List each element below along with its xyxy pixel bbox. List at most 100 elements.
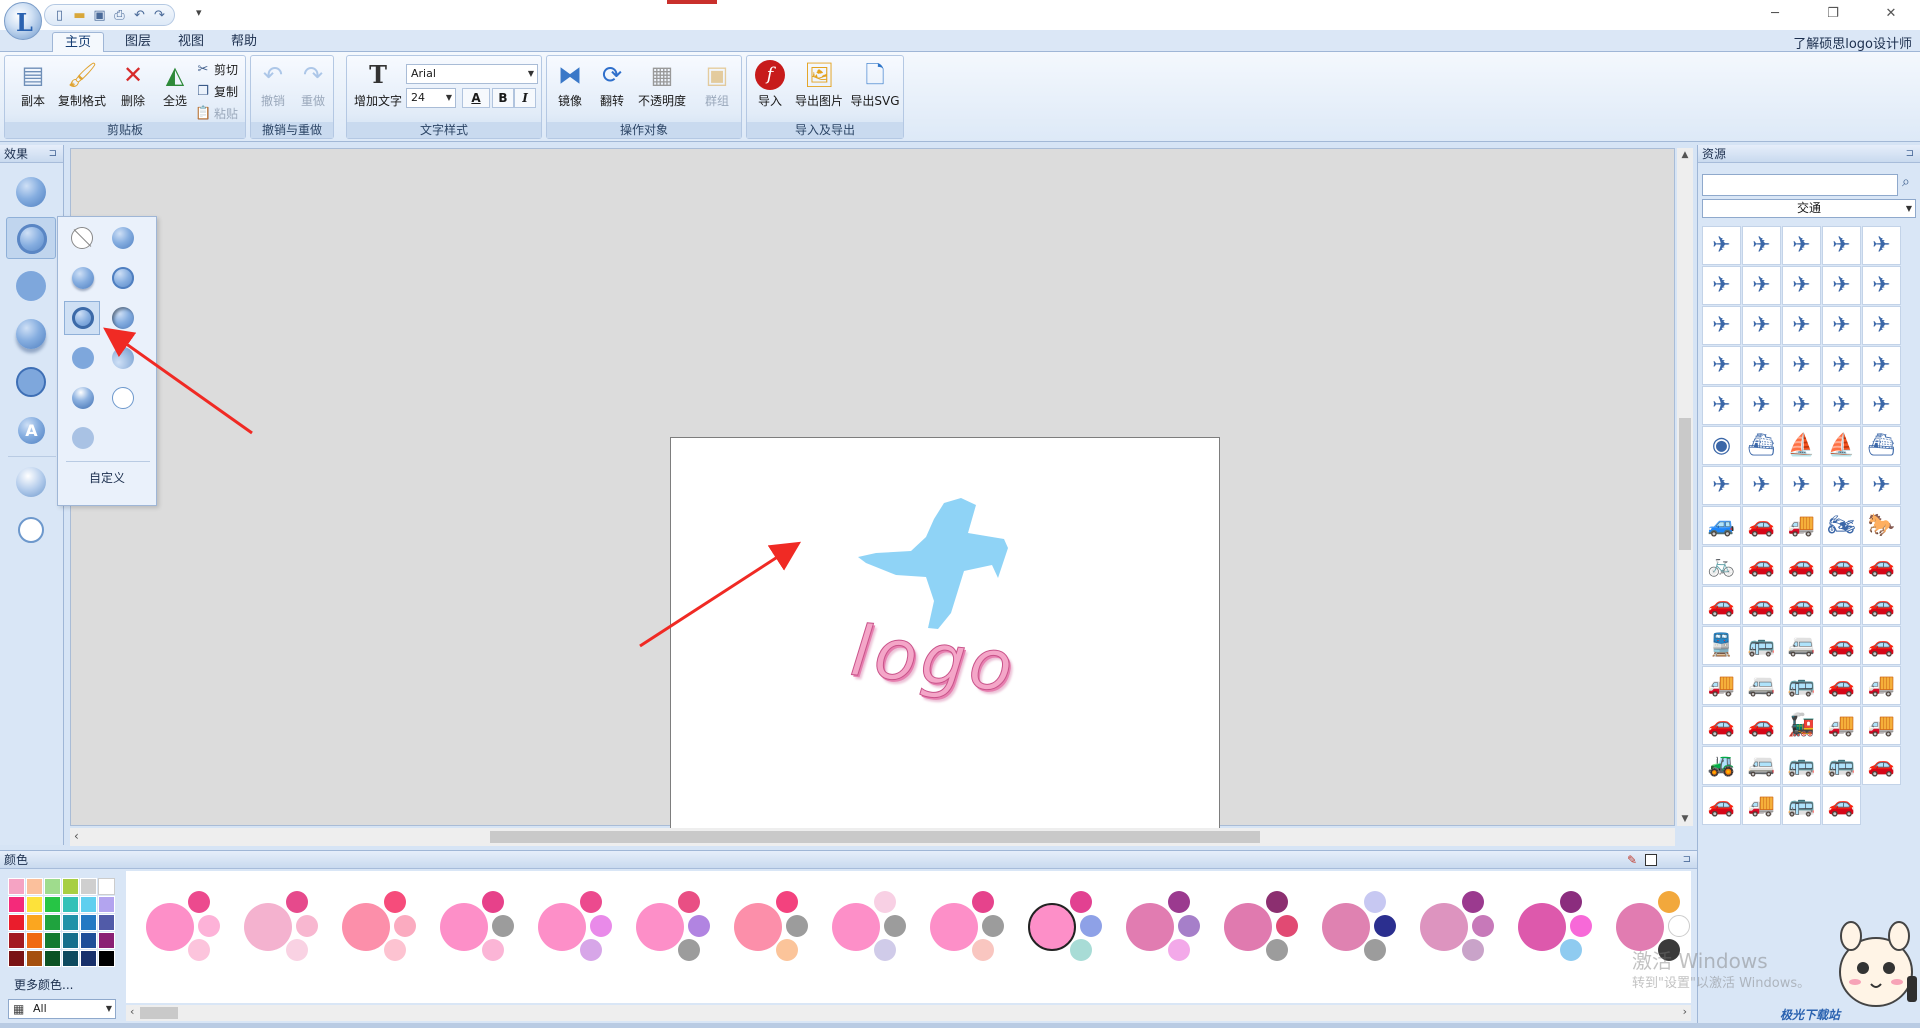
color-swatch[interactable] xyxy=(8,896,25,913)
resource-item[interactable]: 🚌 xyxy=(1782,746,1821,785)
color-scheme-item[interactable] xyxy=(1028,891,1108,971)
undo-icon[interactable]: ↶ xyxy=(131,7,148,24)
close-icon[interactable]: ✕ xyxy=(1862,0,1920,28)
resource-item[interactable]: 🚗 xyxy=(1702,586,1741,625)
color-swatch[interactable] xyxy=(26,914,43,931)
resource-item[interactable]: 🚚 xyxy=(1782,506,1821,545)
new-icon[interactable]: ▯ xyxy=(51,7,68,24)
resource-item[interactable]: ✈ xyxy=(1862,306,1901,345)
effect-item[interactable] xyxy=(10,509,52,551)
undo-button[interactable]: ↶ 撤销 xyxy=(255,60,291,109)
app-menu-button[interactable]: L xyxy=(4,2,42,40)
resource-item[interactable]: 🚌 xyxy=(1742,626,1781,665)
resource-item[interactable]: ✈ xyxy=(1702,386,1741,425)
restore-icon[interactable]: ❐ xyxy=(1804,0,1862,28)
color-swatch[interactable] xyxy=(98,932,115,949)
format-painter-button[interactable]: 🖌 复制格式 xyxy=(53,60,111,109)
color-swatch[interactable] xyxy=(8,932,25,949)
resource-item[interactable]: 🚙 xyxy=(1702,506,1741,545)
logo-text[interactable]: logo xyxy=(847,609,1021,709)
resource-item[interactable]: ✈ xyxy=(1822,386,1861,425)
resource-item[interactable]: ⛵ xyxy=(1782,426,1821,465)
resource-item[interactable]: 🚌 xyxy=(1782,666,1821,705)
no-fill-icon[interactable] xyxy=(1645,854,1657,866)
cut-button[interactable]: ✂ 剪切 xyxy=(195,60,238,80)
resource-item[interactable]: 🚗 xyxy=(1782,586,1821,625)
color-swatch[interactable] xyxy=(98,950,115,967)
export-image-button[interactable]: 🖼 导出图片 xyxy=(791,60,847,109)
color-scheme-item[interactable] xyxy=(538,891,618,971)
color-scheme-item[interactable] xyxy=(930,891,1010,971)
color-swatch[interactable] xyxy=(26,878,43,895)
effect-option[interactable] xyxy=(64,261,100,295)
color-swatch[interactable] xyxy=(80,950,97,967)
resource-item[interactable]: 🚗 xyxy=(1822,546,1861,585)
color-swatch[interactable] xyxy=(62,950,79,967)
resource-item[interactable]: ✈ xyxy=(1742,346,1781,385)
color-swatch[interactable] xyxy=(26,896,43,913)
eyedropper-icon[interactable]: ✎ xyxy=(1627,851,1637,869)
effect-option[interactable] xyxy=(104,301,140,335)
scroll-right-icon[interactable]: › xyxy=(1683,1005,1687,1018)
copy-button[interactable]: ❐ 复制 xyxy=(195,82,238,102)
save-icon[interactable]: ▣ xyxy=(91,7,108,24)
resource-item[interactable]: 🚌 xyxy=(1822,746,1861,785)
color-swatch[interactable] xyxy=(8,878,25,895)
effect-option-selected[interactable] xyxy=(64,301,100,335)
color-scheme-item[interactable] xyxy=(1126,891,1206,971)
resource-item[interactable]: ✈ xyxy=(1782,266,1821,305)
color-swatch[interactable] xyxy=(80,878,97,895)
resource-item[interactable]: ✈ xyxy=(1862,466,1901,505)
resource-item[interactable]: 🚗 xyxy=(1742,506,1781,545)
tab-view[interactable]: 视图 xyxy=(166,32,216,52)
resource-item[interactable]: 🚌 xyxy=(1782,786,1821,825)
color-scheme-item[interactable] xyxy=(1420,891,1500,971)
redo-icon[interactable]: ↷ xyxy=(151,7,168,24)
effect-none-option[interactable] xyxy=(64,221,100,255)
resource-item[interactable]: 🚗 xyxy=(1862,746,1901,785)
resource-item[interactable]: ✈ xyxy=(1862,346,1901,385)
resource-item[interactable]: 🚗 xyxy=(1822,666,1861,705)
resource-item[interactable]: 🚲 xyxy=(1702,546,1741,585)
resource-item[interactable]: 🚚 xyxy=(1742,786,1781,825)
scroll-left-icon[interactable]: ‹ xyxy=(130,1005,134,1018)
effect-item[interactable]: A xyxy=(10,409,52,451)
more-colors-link[interactable]: 更多颜色... xyxy=(14,976,73,993)
color-scheme-item[interactable] xyxy=(146,891,226,971)
resource-item[interactable]: ✈ xyxy=(1862,266,1901,305)
resource-item[interactable]: 🚐 xyxy=(1742,746,1781,785)
color-swatch[interactable] xyxy=(62,914,79,931)
resource-item[interactable]: ✈ xyxy=(1742,306,1781,345)
palette-filter-select[interactable]: ▦ All ▼ xyxy=(8,999,116,1019)
color-swatch[interactable] xyxy=(62,878,79,895)
color-swatch[interactable] xyxy=(8,914,25,931)
resource-item[interactable]: 🚗 xyxy=(1822,626,1861,665)
color-swatch[interactable] xyxy=(8,950,25,967)
resource-item[interactable]: ✈ xyxy=(1782,306,1821,345)
mirror-button[interactable]: ⧓ 镜像 xyxy=(551,60,589,109)
horizontal-scroll-thumb[interactable] xyxy=(490,831,1260,843)
color-swatch[interactable] xyxy=(26,950,43,967)
tab-home[interactable]: 主页 xyxy=(52,32,105,52)
resource-item[interactable]: ✈ xyxy=(1822,346,1861,385)
pin-icon[interactable]: ⊐ xyxy=(1683,851,1691,869)
effect-item[interactable] xyxy=(10,313,52,355)
effect-option[interactable] xyxy=(104,221,140,255)
delete-button[interactable]: ✕ 删除 xyxy=(113,60,153,109)
resource-item[interactable]: 🚗 xyxy=(1862,626,1901,665)
palette-scroll-thumb[interactable] xyxy=(140,1007,178,1019)
effect-option[interactable] xyxy=(104,261,140,295)
effect-option[interactable] xyxy=(64,381,100,415)
effect-item[interactable] xyxy=(6,217,56,259)
opacity-button[interactable]: ▦ 不透明度 xyxy=(633,60,691,109)
resource-category-select[interactable]: 交通 ▼ xyxy=(1702,199,1916,218)
resource-item[interactable]: 🚗 xyxy=(1702,706,1741,745)
color-swatch[interactable] xyxy=(44,878,61,895)
scroll-down-icon[interactable]: ▼ xyxy=(1677,814,1693,824)
resource-item[interactable]: 🚚 xyxy=(1822,706,1861,745)
artboard[interactable]: logo xyxy=(670,437,1220,837)
resource-item[interactable]: 🚐 xyxy=(1742,666,1781,705)
effect-option[interactable] xyxy=(104,381,140,415)
color-scheme-item[interactable] xyxy=(1518,891,1598,971)
flip-button[interactable]: ⟳ 翻转 xyxy=(593,60,631,109)
